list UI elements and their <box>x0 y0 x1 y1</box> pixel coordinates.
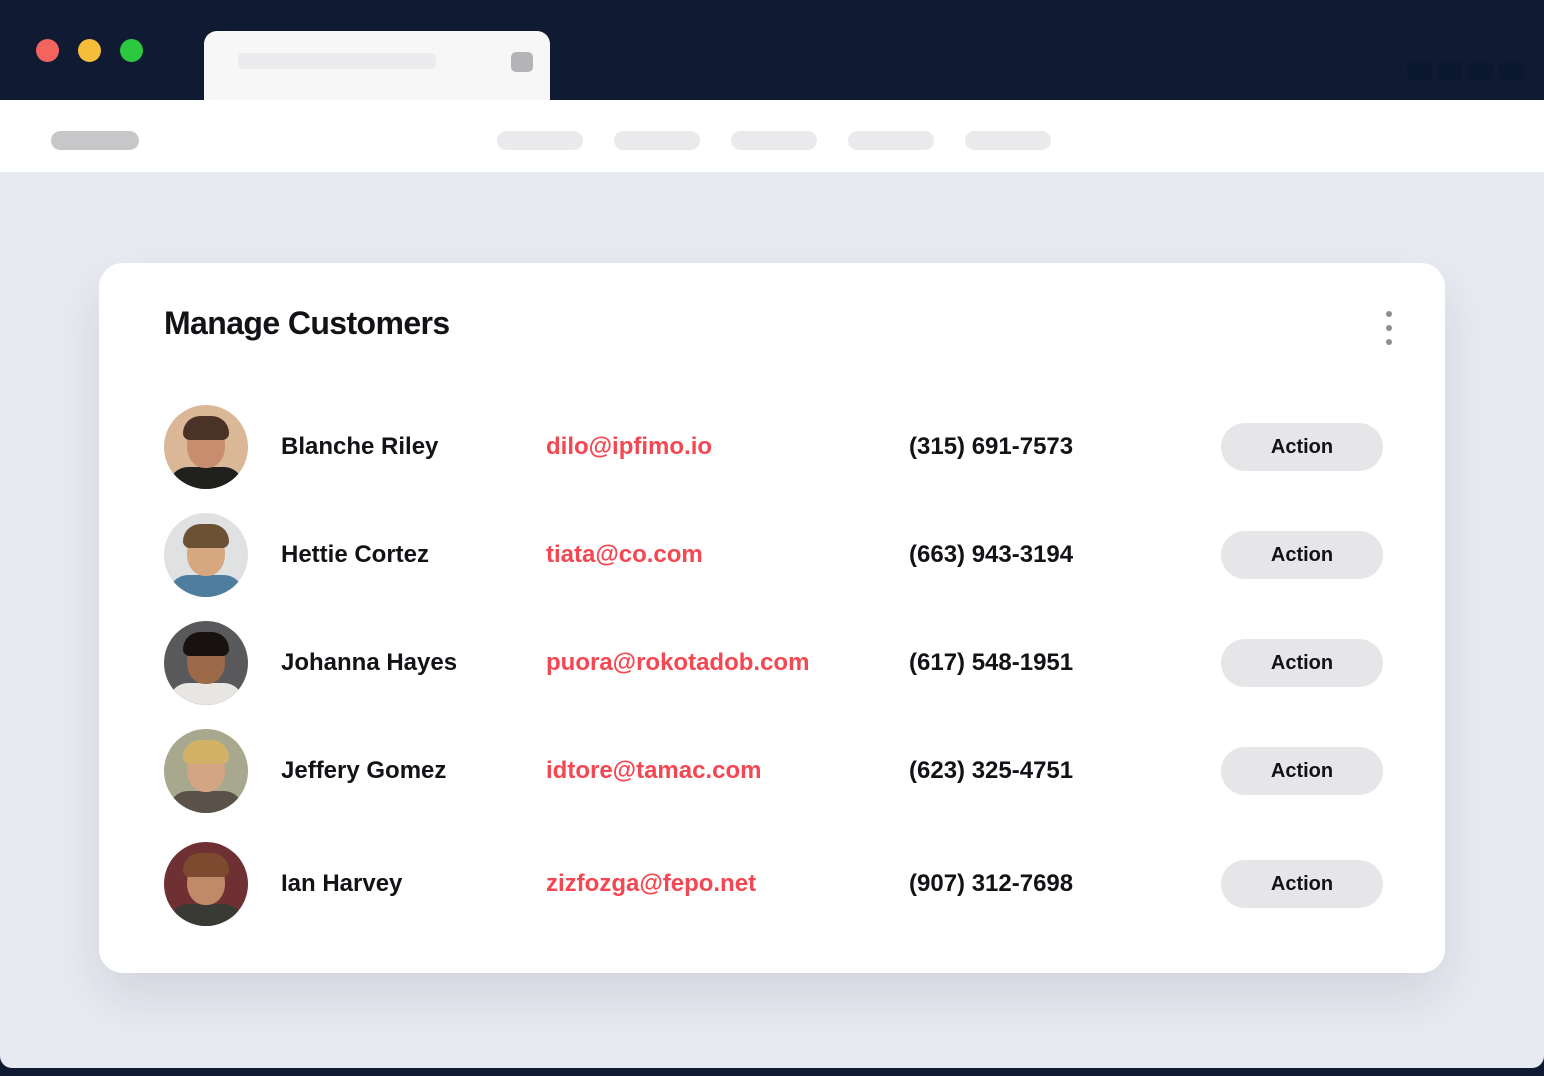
customer-row: Ian Harvey zizfozga@fepo.net (907) 312-7… <box>99 842 1445 926</box>
avatar-shoulders <box>169 791 243 813</box>
tab-title-placeholder <box>238 53 436 69</box>
customer-name: Hettie Cortez <box>281 541 429 569</box>
titlebar-placeholder <box>1437 62 1462 80</box>
kebab-menu-button[interactable] <box>1379 311 1399 345</box>
action-button[interactable]: Action <box>1221 747 1383 795</box>
url-placeholder <box>51 131 139 150</box>
customer-email-link[interactable]: tiata@co.com <box>546 541 703 569</box>
avatar <box>164 621 248 705</box>
customer-phone: (907) 312-7698 <box>909 870 1073 898</box>
customer-row: Blanche Riley dilo@ipfimo.io (315) 691-7… <box>99 405 1445 489</box>
customer-email-link[interactable]: zizfozga@fepo.net <box>546 870 756 898</box>
customer-name: Ian Harvey <box>281 870 402 898</box>
customer-name: Johanna Hayes <box>281 649 457 677</box>
avatar <box>164 513 248 597</box>
avatar <box>164 842 248 926</box>
avatar-hair <box>183 524 229 548</box>
page-content: Manage Customers Blanche Riley dilo@ipfi… <box>0 172 1544 1068</box>
browser-tab[interactable] <box>204 31 550 100</box>
customer-phone: (617) 548-1951 <box>909 649 1073 677</box>
customer-row: Jeffery Gomez idtore@tamac.com (623) 325… <box>99 729 1445 813</box>
kebab-icon <box>1386 339 1392 345</box>
avatar-hair <box>183 632 229 656</box>
tab-favicon-placeholder <box>511 52 533 72</box>
browser-toolbar <box>0 100 1544 172</box>
avatar-shoulders <box>169 683 243 705</box>
avatar <box>164 405 248 489</box>
nav-placeholder-pill <box>614 131 700 150</box>
customer-name: Jeffery Gomez <box>281 757 446 785</box>
customer-row: Hettie Cortez tiata@co.com (663) 943-319… <box>99 513 1445 597</box>
avatar-shoulders <box>169 575 243 597</box>
customer-row: Johanna Hayes puora@rokotadob.com (617) … <box>99 621 1445 705</box>
customer-phone: (623) 325-4751 <box>909 757 1073 785</box>
nav-placeholder-pill <box>731 131 817 150</box>
customer-email-link[interactable]: dilo@ipfimo.io <box>546 433 712 461</box>
page-title: Manage Customers <box>164 305 450 342</box>
action-button[interactable]: Action <box>1221 860 1383 908</box>
avatar <box>164 729 248 813</box>
avatar-hair <box>183 740 229 764</box>
customer-email-link[interactable]: idtore@tamac.com <box>546 757 761 785</box>
customer-name: Blanche Riley <box>281 433 438 461</box>
customer-phone: (663) 943-3194 <box>909 541 1073 569</box>
avatar-shoulders <box>169 904 243 926</box>
titlebar-placeholder <box>1468 62 1493 80</box>
customer-phone: (315) 691-7573 <box>909 433 1073 461</box>
customer-email-link[interactable]: puora@rokotadob.com <box>546 649 809 677</box>
close-button[interactable] <box>36 39 59 62</box>
maximize-button[interactable] <box>120 39 143 62</box>
avatar-hair <box>183 416 229 440</box>
avatar-shoulders <box>169 467 243 489</box>
nav-placeholder-pill <box>965 131 1051 150</box>
nav-placeholder-pill <box>497 131 583 150</box>
action-button[interactable]: Action <box>1221 531 1383 579</box>
browser-window: Manage Customers Blanche Riley dilo@ipfi… <box>0 0 1544 1068</box>
nav-placeholder-pill <box>848 131 934 150</box>
action-button[interactable]: Action <box>1221 423 1383 471</box>
avatar-hair <box>183 853 229 877</box>
manage-customers-card: Manage Customers Blanche Riley dilo@ipfi… <box>99 263 1445 973</box>
minimize-button[interactable] <box>78 39 101 62</box>
kebab-icon <box>1386 325 1392 331</box>
action-button[interactable]: Action <box>1221 639 1383 687</box>
titlebar-placeholder <box>1407 62 1432 80</box>
kebab-icon <box>1386 311 1392 317</box>
browser-titlebar <box>0 0 1544 100</box>
titlebar-placeholder <box>1499 62 1524 80</box>
